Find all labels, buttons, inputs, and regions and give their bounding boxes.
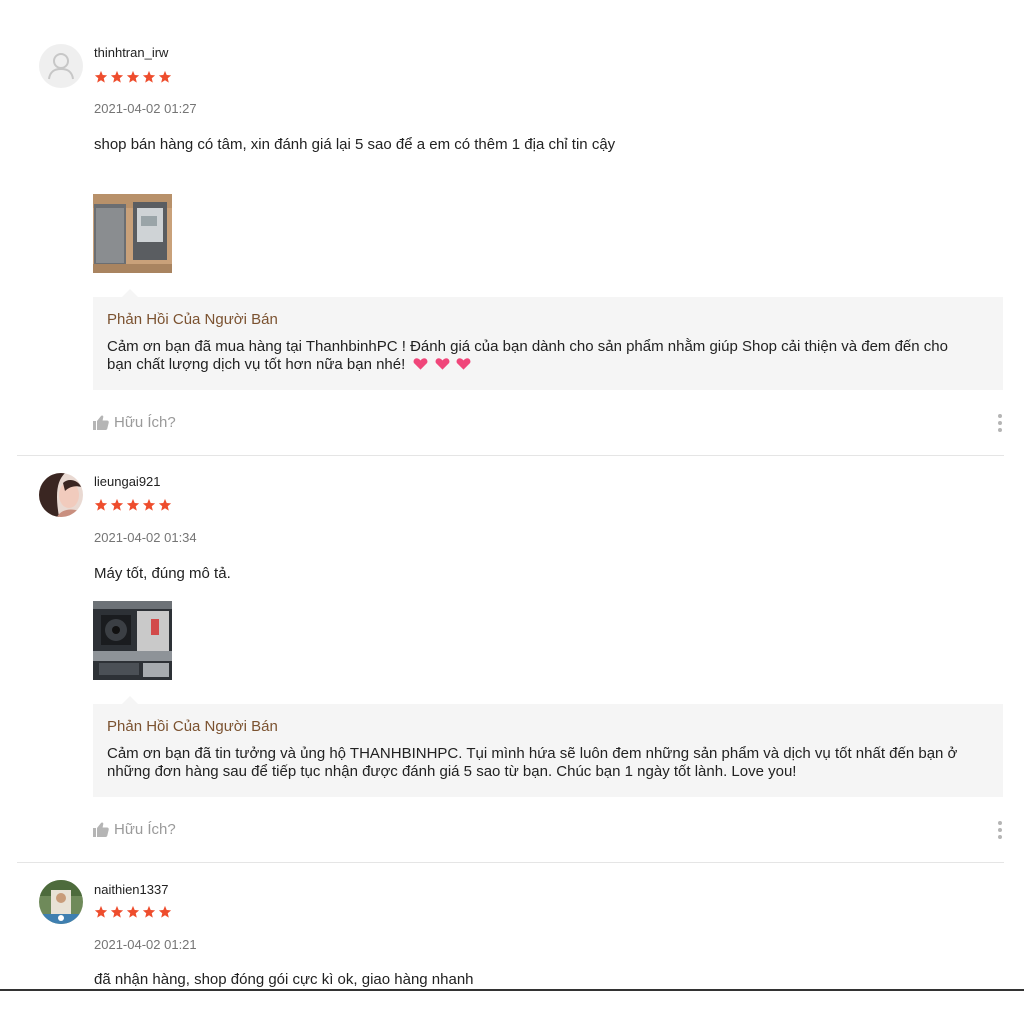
more-vertical-icon <box>998 421 1002 425</box>
seller-reply-title: Phản Hồi Của Người Bán <box>107 718 278 735</box>
user-photo-avatar <box>39 880 83 924</box>
helpful-label: Hữu Ích? <box>114 821 176 838</box>
more-options-button[interactable] <box>996 414 1004 432</box>
more-vertical-icon <box>998 821 1002 825</box>
star-icon <box>110 70 124 83</box>
review-date: 2021-04-02 01:34 <box>94 530 197 545</box>
review-divider <box>17 862 1004 863</box>
star-icon <box>94 905 108 918</box>
seller-reply-line: những đơn hàng sau để tiếp tục nhận được… <box>107 763 797 780</box>
review-photo[interactable] <box>93 601 172 680</box>
seller-reply-line: bạn chất lượng dịch vụ tốt hơn nữa bạn n… <box>107 356 406 373</box>
thumbs-up-icon <box>93 415 109 430</box>
star-rating <box>94 905 172 919</box>
star-icon <box>94 498 108 511</box>
star-icon <box>142 498 156 511</box>
seller-reply-text: Cảm ơn bạn đã mua hàng tại ThanhbinhPC !… <box>107 338 989 374</box>
more-options-button[interactable] <box>996 821 1004 839</box>
review-username[interactable]: lieungai921 <box>94 474 161 489</box>
product-photo-image <box>93 194 172 273</box>
review-divider <box>17 455 1004 456</box>
sparkling-heart-icon <box>414 358 428 370</box>
more-vertical-icon <box>998 428 1002 432</box>
star-rating <box>94 70 172 84</box>
star-icon <box>158 70 172 83</box>
seller-reply-title: Phản Hồi Của Người Bán <box>107 311 278 328</box>
star-icon <box>126 498 140 511</box>
helpful-button[interactable]: Hữu Ích? <box>93 821 176 838</box>
review-username[interactable]: thinhtran_irw <box>94 45 168 60</box>
star-rating <box>94 498 172 512</box>
seller-reply-line: Cảm ơn bạn đã mua hàng tại ThanhbinhPC !… <box>107 338 948 355</box>
review-username[interactable]: naithien1337 <box>94 882 168 897</box>
page-bottom-border <box>0 989 1024 991</box>
star-icon <box>142 905 156 918</box>
seller-reply: Phản Hồi Của Người Bán Cảm ơn bạn đã mua… <box>93 297 1003 390</box>
more-vertical-icon <box>998 835 1002 839</box>
seller-reply: Phản Hồi Của Người Bán Cảm ơn bạn đã tin… <box>93 704 1003 797</box>
star-icon <box>126 905 140 918</box>
star-icon <box>158 498 172 511</box>
more-vertical-icon <box>998 414 1002 418</box>
sparkling-heart-icon <box>435 358 450 370</box>
user-silhouette-icon <box>48 53 74 80</box>
star-icon <box>110 905 124 918</box>
review-comment: đã nhận hàng, shop đóng gói cực kì ok, g… <box>94 971 474 988</box>
helpful-button[interactable]: Hữu Ích? <box>93 414 176 431</box>
avatar[interactable] <box>39 880 83 924</box>
star-icon <box>158 905 172 918</box>
star-icon <box>126 70 140 83</box>
star-icon <box>94 70 108 83</box>
review-photo[interactable] <box>93 194 172 273</box>
thumbs-up-icon <box>93 822 109 837</box>
reply-pointer <box>122 696 138 704</box>
product-photo-image <box>93 601 172 680</box>
sparkling-heart-icon <box>456 358 471 370</box>
review-comment: shop bán hàng có tâm, xin đánh giá lại 5… <box>94 136 616 153</box>
user-photo-avatar <box>39 473 83 517</box>
star-icon <box>142 70 156 83</box>
helpful-label: Hữu Ích? <box>114 414 176 431</box>
reply-pointer <box>122 289 138 297</box>
avatar-placeholder[interactable] <box>39 44 83 88</box>
review-comment: Máy tốt, đúng mô tả. <box>94 565 231 582</box>
review-date: 2021-04-02 01:27 <box>94 101 197 116</box>
seller-reply-line: Cảm ơn bạn đã tin tưởng và ủng hộ THANHB… <box>107 745 958 762</box>
more-vertical-icon <box>998 828 1002 832</box>
avatar[interactable] <box>39 473 83 517</box>
star-icon <box>110 498 124 511</box>
review-date: 2021-04-02 01:21 <box>94 937 197 952</box>
seller-reply-text: Cảm ơn bạn đã tin tưởng và ủng hộ THANHB… <box>107 745 989 781</box>
